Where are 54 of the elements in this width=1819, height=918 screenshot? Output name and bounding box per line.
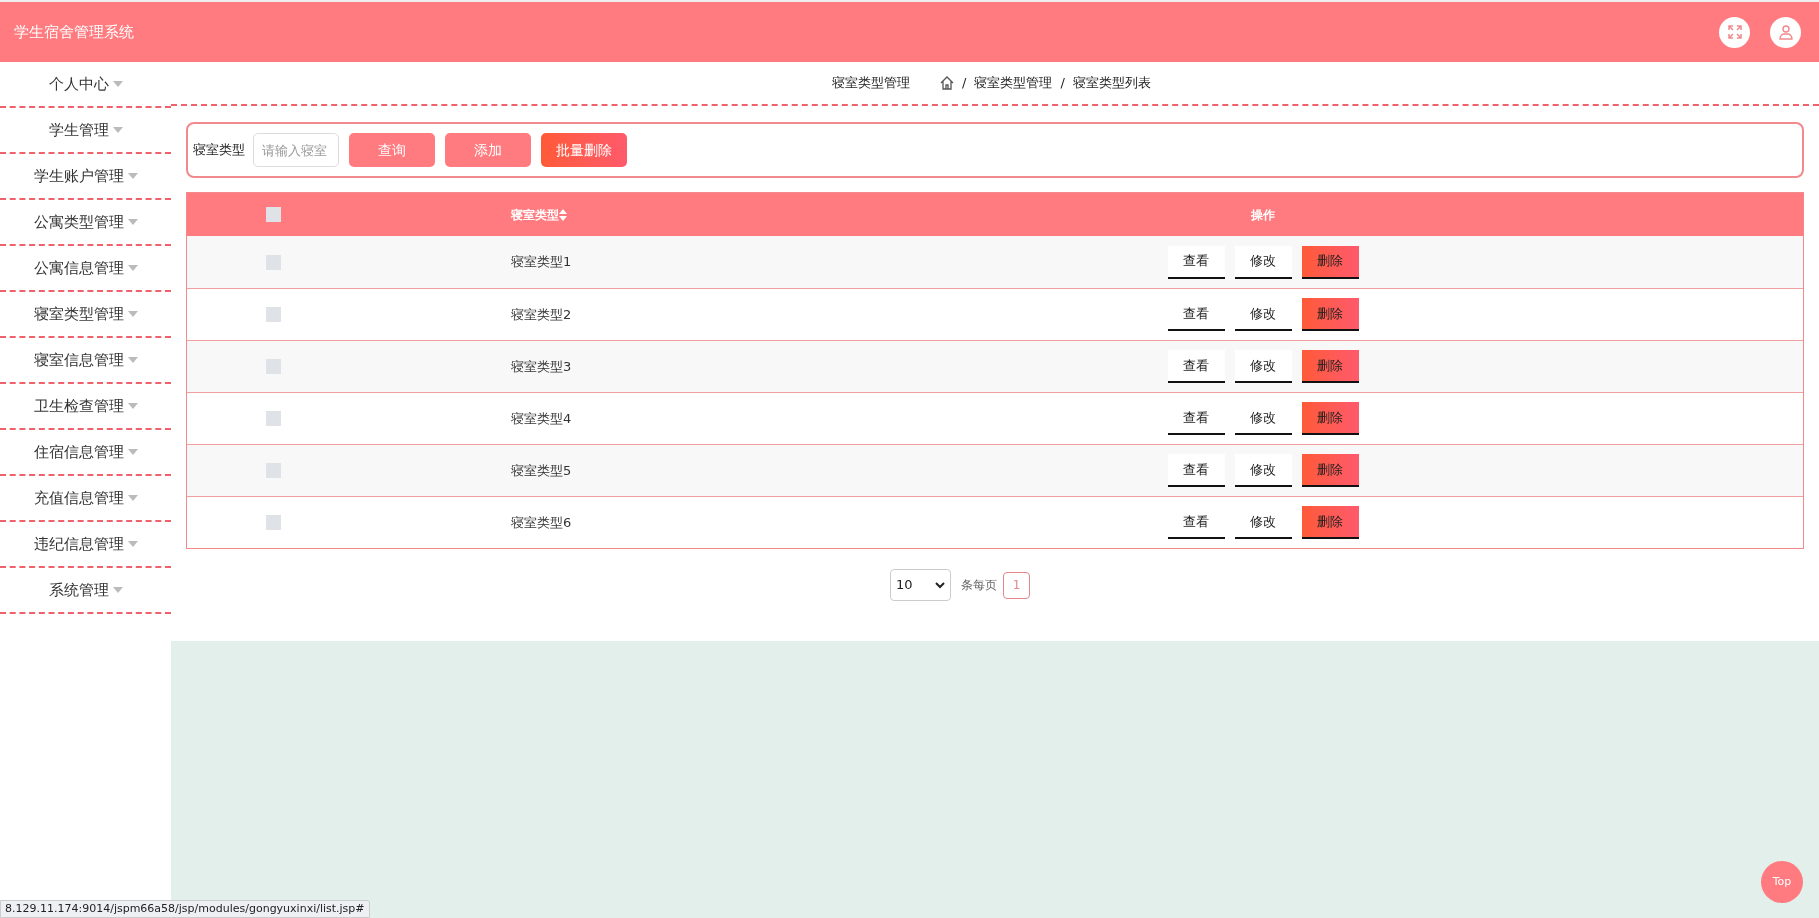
action-button[interactable]: 修改 bbox=[1234, 245, 1292, 279]
checkbox[interactable] bbox=[265, 515, 281, 530]
action-button[interactable]: 查看 bbox=[1167, 454, 1225, 487]
delete-button[interactable]: 删除 bbox=[1301, 298, 1359, 331]
breadcrumb-link[interactable]: 寝室类型管理 bbox=[974, 73, 1053, 93]
checkbox[interactable] bbox=[265, 463, 281, 478]
breadcrumb-separator: / bbox=[1060, 74, 1065, 93]
breadcrumb-separator: / bbox=[962, 74, 967, 93]
status-bar: 8.129.11.174:9014/jspm66a58/jsp/modules/gongyuxinxi/list.jsp# bbox=[0, 900, 370, 918]
caret-icon bbox=[127, 173, 138, 179]
chevron-down-icon bbox=[935, 581, 945, 589]
user-icon[interactable] bbox=[1770, 16, 1801, 48]
sort-icon[interactable] bbox=[559, 208, 567, 221]
breadcrumb-link[interactable]: 寝室类型列表 bbox=[1072, 73, 1151, 93]
page-size-select[interactable]: 10 bbox=[890, 569, 951, 601]
caret-icon bbox=[127, 449, 138, 455]
table-cell: 寝室类型3 bbox=[511, 358, 572, 374]
action-button[interactable]: 修改 bbox=[1234, 454, 1292, 487]
delete-button[interactable]: 删除 bbox=[1301, 506, 1359, 539]
delete-button[interactable]: 删除 bbox=[1301, 245, 1359, 279]
caret-icon bbox=[112, 587, 123, 593]
action-button[interactable]: 查看 bbox=[1167, 245, 1225, 279]
fullscreen-icon[interactable] bbox=[1719, 16, 1750, 48]
page-title: 寝室类型管理 bbox=[832, 74, 910, 93]
table-cell: 寝室类型1 bbox=[511, 254, 572, 270]
caret-icon bbox=[127, 265, 138, 271]
caret-icon bbox=[127, 219, 138, 225]
table-cell: 寝室类型4 bbox=[511, 410, 572, 426]
home-icon[interactable] bbox=[940, 76, 954, 90]
checkbox[interactable] bbox=[265, 307, 281, 322]
per-page-label: 条每页 bbox=[961, 577, 997, 594]
delete-button[interactable]: 删除 bbox=[1301, 402, 1359, 435]
caret-icon bbox=[127, 495, 138, 501]
table-cell: 寝室类型5 bbox=[511, 462, 572, 478]
app-title: 学生宿舍管理系统 bbox=[14, 21, 134, 43]
column-header: 操作 bbox=[1251, 206, 1275, 224]
delete-button[interactable]: 删除 bbox=[1301, 350, 1359, 383]
action-button[interactable]: 查看 bbox=[1167, 350, 1225, 383]
checkbox[interactable] bbox=[265, 411, 281, 426]
checkbox[interactable] bbox=[265, 359, 281, 374]
caret-icon bbox=[112, 81, 123, 87]
caret-icon bbox=[112, 127, 123, 133]
checkbox[interactable] bbox=[265, 207, 281, 222]
delete-button[interactable]: 删除 bbox=[1301, 454, 1359, 487]
search-field[interactable]: 请输入寝室 bbox=[253, 133, 339, 167]
search-label: 寝室类型 bbox=[193, 141, 245, 160]
table-cell: 寝室类型2 bbox=[511, 306, 572, 322]
caret-icon bbox=[127, 357, 138, 363]
caret-icon bbox=[127, 311, 138, 317]
caret-icon bbox=[127, 403, 138, 409]
action-button[interactable]: 修改 bbox=[1234, 350, 1292, 383]
table-cell: 寝室类型6 bbox=[511, 514, 572, 530]
caret-icon bbox=[127, 541, 138, 547]
checkbox[interactable] bbox=[265, 254, 281, 270]
